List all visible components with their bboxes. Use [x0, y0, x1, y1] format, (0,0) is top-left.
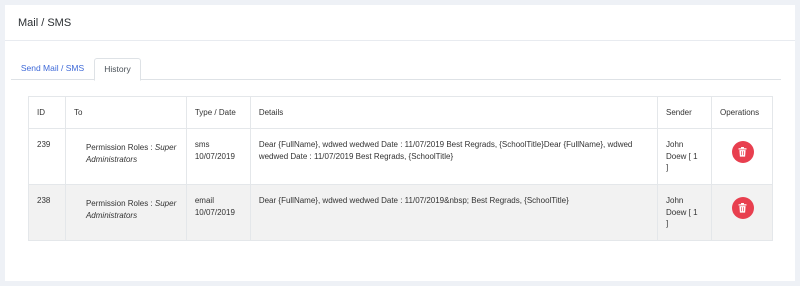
- header-id: ID: [28, 96, 66, 129]
- cell-id: 238: [28, 184, 66, 241]
- page-title: Mail / SMS: [18, 17, 72, 29]
- cell-operations: [710, 184, 774, 241]
- tab-send-mail-sms[interactable]: Send Mail / SMS: [11, 58, 94, 80]
- header-type-date: Type / Date: [185, 96, 251, 129]
- message-type: email: [194, 196, 214, 205]
- table-row: 238 Permission Roles : Super Administrat…: [28, 184, 774, 241]
- table-row: 239 Permission Roles : Super Administrat…: [28, 128, 774, 185]
- tab-bar: Send Mail / SMS History: [11, 58, 781, 81]
- header-sender: Sender: [657, 96, 712, 129]
- header-operations: Operations: [710, 96, 774, 129]
- cell-operations: [710, 128, 774, 185]
- table-header-row: ID To Type / Date Details Sender Operati…: [28, 96, 774, 129]
- cell-to: Permission Roles : Super Administrators: [64, 184, 187, 241]
- cell-details: Dear {FullName}, wdwed wedwed Date : 11/…: [249, 184, 659, 241]
- cell-type-date: sms 10/07/2019: [185, 128, 251, 185]
- trash-icon: [738, 147, 747, 157]
- cell-type-date: email 10/07/2019: [185, 184, 251, 241]
- cell-details: Dear {FullName}, wdwed wedwed Date : 11/…: [249, 128, 659, 185]
- message-type: sms: [194, 140, 210, 149]
- cell-id: 239: [28, 128, 66, 185]
- sender-name: John Doew [ 1 ]: [666, 196, 698, 228]
- recipient-text: Permission Roles : Super Administrators: [74, 139, 178, 165]
- card-header: Mail / SMS: [5, 5, 795, 41]
- recipient-text: Permission Roles : Super Administrators: [74, 195, 178, 221]
- delete-button[interactable]: [731, 197, 754, 219]
- message-date: 10/07/2019: [194, 151, 235, 161]
- cell-sender: John Doew [ 1 ]: [657, 184, 712, 241]
- header-details: Details: [249, 96, 659, 129]
- delete-button[interactable]: [731, 141, 754, 163]
- cell-to: Permission Roles : Super Administrators: [64, 128, 187, 185]
- sender-name: John Doew [ 1 ]: [666, 140, 698, 172]
- tab-history[interactable]: History: [94, 58, 141, 81]
- recipient-prefix: Permission Roles :: [85, 199, 155, 208]
- header-to: To: [64, 96, 187, 129]
- cell-sender: John Doew [ 1 ]: [657, 128, 712, 185]
- recipient-prefix: Permission Roles :: [85, 143, 155, 152]
- trash-icon: [738, 203, 747, 213]
- history-table: ID To Type / Date Details Sender Operati…: [28, 96, 774, 241]
- message-date: 10/07/2019: [194, 207, 235, 217]
